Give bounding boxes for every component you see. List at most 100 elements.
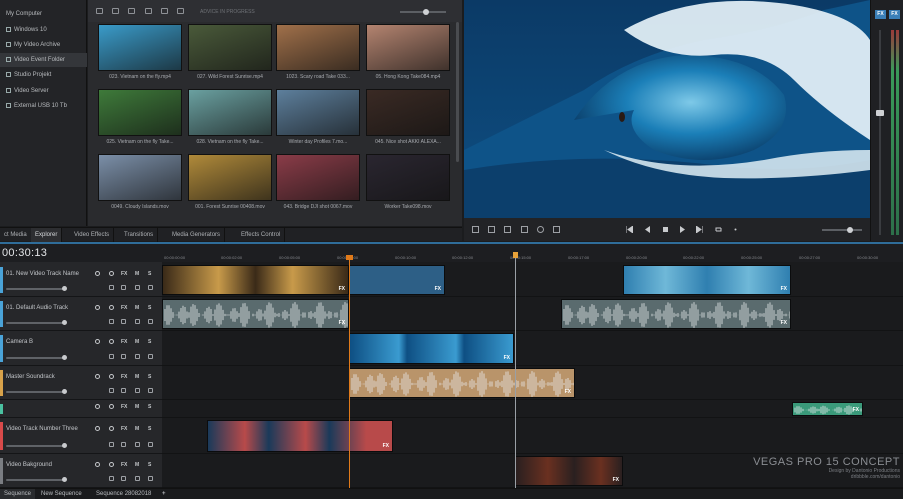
track-volume-slider[interactable] [6, 445, 66, 447]
output-icon[interactable] [148, 319, 153, 324]
automation-icon[interactable] [121, 388, 126, 393]
envelope-icon[interactable] [109, 442, 114, 447]
media-thumbnail[interactable] [98, 154, 182, 201]
audio-clip[interactable]: FX [561, 299, 791, 329]
bypass-icon[interactable] [135, 388, 140, 393]
bypass-icon[interactable] [135, 442, 140, 447]
media-thumbnail[interactable] [276, 89, 360, 136]
cursor-marker-flag[interactable] [346, 255, 353, 260]
mute-button[interactable]: M [135, 374, 139, 380]
film-icon[interactable] [145, 8, 152, 14]
copy-frame-icon[interactable] [521, 226, 528, 233]
thumb-size-knob[interactable] [423, 9, 429, 15]
stop-icon[interactable] [662, 226, 669, 233]
envelope-icon[interactable] [109, 354, 114, 359]
track-header[interactable]: 01. Default Audio Track FX M S [0, 297, 162, 331]
track-name[interactable]: 01. Default Audio Track [6, 305, 68, 311]
fx-button[interactable]: FX [121, 426, 127, 432]
snapshot-icon[interactable] [553, 226, 560, 233]
track-volume-slider[interactable] [6, 357, 66, 359]
track-name[interactable]: 01. New Video Track Name [6, 271, 79, 277]
output-icon[interactable] [148, 388, 153, 393]
clip-fx-badge[interactable]: FX [339, 286, 345, 292]
fx-button[interactable]: FX [121, 271, 127, 277]
fx-button[interactable]: FX [121, 339, 127, 345]
go-to-end-icon[interactable] [696, 226, 703, 233]
clip-fx-badge[interactable]: FX [853, 407, 859, 413]
media-thumbnail[interactable] [276, 24, 360, 71]
tree-item-video-event-folder[interactable]: Video Event Folder [0, 53, 87, 67]
solo-button[interactable]: S [148, 426, 151, 432]
clip-fx-badge[interactable]: FX [781, 286, 787, 292]
tab-media-generators[interactable]: Media Generators [168, 228, 226, 242]
track-volume-knob[interactable] [62, 286, 67, 291]
solo-button[interactable]: S [148, 339, 151, 345]
lock-icon[interactable] [109, 374, 114, 379]
clip-fx-badge[interactable]: FX [613, 477, 619, 483]
loop-icon[interactable] [715, 226, 722, 233]
output-icon[interactable] [148, 442, 153, 447]
bypass-icon[interactable] [135, 476, 140, 481]
solo-button[interactable]: S [148, 271, 151, 277]
settings-icon[interactable] [161, 8, 168, 14]
fx-button[interactable]: FX [121, 305, 127, 311]
lock-icon[interactable] [109, 404, 114, 409]
track-volume-knob[interactable] [62, 477, 67, 482]
envelope-icon[interactable] [109, 319, 114, 324]
preview-settings-icon[interactable] [537, 226, 544, 233]
meter-fx-button[interactable]: FX [875, 10, 886, 19]
automation-icon[interactable] [121, 319, 126, 324]
clip-fx-badge[interactable]: FX [339, 320, 345, 326]
video-clip[interactable]: FX [349, 333, 514, 364]
more-icon[interactable] [732, 226, 739, 233]
lock-icon[interactable] [109, 426, 114, 431]
track-header[interactable]: FX M S [0, 400, 162, 418]
preview-zoom-knob[interactable] [847, 227, 853, 233]
solo-button[interactable]: S [148, 305, 151, 311]
media-thumbnail[interactable] [366, 89, 450, 136]
fx-button[interactable]: FX [121, 462, 127, 468]
media-thumbnail[interactable] [188, 89, 272, 136]
track-volume-knob[interactable] [62, 355, 67, 360]
tree-item-windows[interactable]: Windows 10 [0, 23, 87, 37]
track-header[interactable]: Video Bakground FX M S [0, 454, 162, 488]
media-thumbnail[interactable] [366, 24, 450, 71]
video-clip[interactable]: FX [207, 420, 393, 452]
track-name[interactable]: Camera B [6, 339, 33, 345]
preview-zoom-slider[interactable] [822, 229, 862, 231]
solo-button[interactable]: S [148, 374, 151, 380]
tab-video-effects[interactable]: Video Effects [70, 228, 115, 242]
power-icon[interactable] [95, 271, 100, 276]
track-volume-knob[interactable] [62, 389, 67, 394]
play-icon[interactable] [679, 226, 686, 233]
media-thumbnail[interactable] [366, 154, 450, 201]
track-name[interactable]: Video Bakground [6, 462, 52, 468]
power-icon[interactable] [95, 426, 100, 431]
fx-button[interactable]: FX [121, 374, 127, 380]
clip-fx-badge[interactable]: FX [383, 443, 389, 449]
automation-icon[interactable] [121, 476, 126, 481]
back-icon[interactable] [96, 8, 103, 14]
envelope-icon[interactable] [109, 388, 114, 393]
power-icon[interactable] [95, 374, 100, 379]
mute-button[interactable]: M [135, 404, 139, 410]
tree-item-external-usb[interactable]: External USB 10 Tb [0, 99, 87, 113]
power-icon[interactable] [95, 404, 100, 409]
automation-icon[interactable] [121, 354, 126, 359]
tab-effects-control[interactable]: Effects Control [237, 228, 286, 242]
output-icon[interactable] [148, 285, 153, 290]
info-icon[interactable] [177, 8, 184, 14]
go-to-start-icon[interactable] [626, 226, 633, 233]
automation-icon[interactable] [121, 442, 126, 447]
overlay-icon[interactable] [504, 226, 511, 233]
cursor-marker[interactable] [349, 256, 350, 488]
tab-explorer[interactable]: Explorer [31, 228, 63, 242]
meter-fx-button-2[interactable]: FX [889, 10, 900, 19]
solo-button[interactable]: S [148, 462, 151, 468]
tree-item-my-computer[interactable]: My Computer [0, 7, 87, 21]
power-icon[interactable] [95, 339, 100, 344]
track-volume-slider[interactable] [6, 322, 66, 324]
track-header[interactable]: Master Soundrack FX M S [0, 366, 162, 400]
list-view-icon[interactable] [128, 8, 135, 14]
track-volume-slider[interactable] [6, 479, 66, 481]
